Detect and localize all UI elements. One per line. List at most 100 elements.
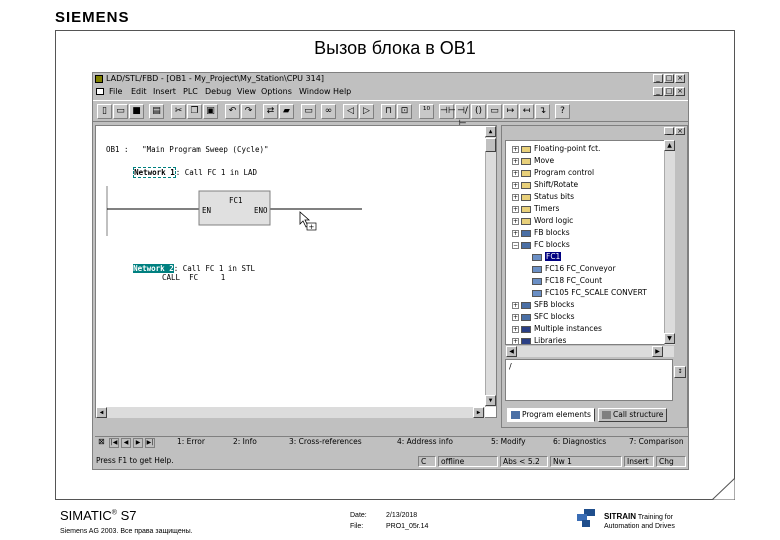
tree-item[interactable]: + Program control bbox=[512, 167, 594, 178]
tree-item[interactable]: FC18 FC_Count bbox=[532, 275, 602, 286]
copy-icon[interactable]: ❐ bbox=[187, 104, 202, 119]
status-mode: offline bbox=[438, 456, 498, 467]
scroll-down-icon[interactable]: ▼ bbox=[485, 395, 496, 406]
fc1-block-name[interactable]: FC1 bbox=[229, 196, 243, 205]
first-tab-icon[interactable]: |◀ bbox=[109, 438, 119, 448]
library-icon bbox=[521, 337, 531, 344]
undo-icon[interactable]: ↶ bbox=[225, 104, 240, 119]
branch-close-icon[interactable]: ↤ bbox=[519, 104, 534, 119]
doc-close-button[interactable]: × bbox=[675, 87, 685, 96]
next-tab-icon[interactable]: ▶ bbox=[133, 438, 143, 448]
connection-icon[interactable]: ↴ bbox=[535, 104, 550, 119]
tree-item[interactable]: + SFB blocks bbox=[512, 299, 574, 310]
tree-item[interactable]: + SFC blocks bbox=[512, 311, 575, 322]
catalog-close-button[interactable]: × bbox=[675, 127, 685, 135]
online-icon[interactable]: ⇄ bbox=[263, 104, 278, 119]
menu-insert[interactable]: Insert bbox=[153, 87, 176, 96]
tab-error[interactable]: 1: Error bbox=[177, 437, 205, 446]
scroll-left-icon[interactable]: ◀ bbox=[96, 407, 107, 418]
folder-icon bbox=[521, 169, 531, 177]
scroll-up-icon[interactable]: ▲ bbox=[664, 140, 675, 151]
editor-horizontal-scrollbar[interactable]: ◀ ▶ bbox=[96, 407, 485, 418]
scroll-up-icon[interactable]: ▲ bbox=[485, 126, 496, 137]
tree-item[interactable]: + Floating-point fct. bbox=[512, 143, 600, 154]
print-icon[interactable]: ▤ bbox=[149, 104, 164, 119]
tree-item-fc1[interactable]: FC1 bbox=[532, 251, 562, 262]
last-tab-icon[interactable]: ▶| bbox=[145, 438, 155, 448]
doc-maximize-button[interactable]: □ bbox=[664, 87, 674, 96]
menu-help[interactable]: Help bbox=[333, 87, 351, 96]
catalog-minimize-button[interactable]: _ bbox=[664, 127, 674, 135]
tab-program-elements[interactable]: Program elements bbox=[507, 408, 595, 422]
overview-icon[interactable]: ¹⁰ bbox=[419, 104, 434, 119]
tree-item[interactable]: + Move bbox=[512, 155, 554, 166]
cut-icon[interactable]: ✂ bbox=[171, 104, 186, 119]
document-icon bbox=[96, 88, 104, 95]
menu-plc[interactable]: PLC bbox=[183, 87, 198, 96]
tree-item[interactable]: + Multiple instances bbox=[512, 323, 602, 334]
prev-tab-icon[interactable]: ◀ bbox=[121, 438, 131, 448]
close-details-icon[interactable]: ⊠ bbox=[98, 437, 105, 446]
tab-modify[interactable]: 5: Modify bbox=[491, 437, 526, 446]
tree-item[interactable]: FC16 FC_Conveyor bbox=[532, 263, 616, 274]
tree-item[interactable]: + Libraries bbox=[512, 335, 566, 344]
program-elements-catalog: _ × + Floating-point fct. + Move + Program … bbox=[501, 125, 688, 428]
tree-item[interactable]: − FC blocks bbox=[512, 239, 570, 250]
menu-window[interactable]: Window bbox=[299, 87, 331, 96]
zoom-icon[interactable]: ⊡ bbox=[397, 104, 412, 119]
scroll-right-icon[interactable]: ▶ bbox=[652, 346, 663, 357]
tree-item[interactable]: + FB blocks bbox=[512, 227, 570, 238]
menu-debug[interactable]: Debug bbox=[205, 87, 231, 96]
scroll-left-icon[interactable]: ◀ bbox=[506, 346, 517, 357]
minimize-button[interactable]: _ bbox=[653, 74, 663, 83]
scroll-down-icon[interactable]: ▼ bbox=[664, 333, 675, 344]
coil-icon[interactable]: () bbox=[471, 104, 486, 119]
menu-edit[interactable]: Edit bbox=[131, 87, 147, 96]
tree-horizontal-scrollbar[interactable]: ◀ ▶ bbox=[506, 346, 674, 357]
tree-item[interactable]: + Timers bbox=[512, 203, 559, 214]
menu-file[interactable]: File bbox=[109, 87, 122, 96]
menu-view[interactable]: View bbox=[237, 87, 256, 96]
menu-options[interactable]: Options bbox=[261, 87, 292, 96]
box-icon[interactable]: ▭ bbox=[487, 104, 502, 119]
network-2-label[interactable]: Network 2 bbox=[133, 264, 174, 273]
tree-item[interactable]: + Status bits bbox=[512, 191, 574, 202]
save-icon[interactable]: ■ bbox=[129, 104, 144, 119]
paste-icon[interactable]: ▣ bbox=[203, 104, 218, 119]
download-icon[interactable]: ▰ bbox=[279, 104, 294, 119]
scroll-thumb[interactable] bbox=[485, 138, 496, 152]
maximize-button[interactable]: □ bbox=[664, 74, 674, 83]
tab-call-structure[interactable]: Call structure bbox=[598, 408, 668, 422]
doc-minimize-button[interactable]: _ bbox=[653, 87, 663, 96]
tree-vertical-scrollbar[interactable]: ▲ ▼ bbox=[664, 140, 675, 345]
branch-open-icon[interactable]: ↦ bbox=[503, 104, 518, 119]
open-icon[interactable]: ▭ bbox=[113, 104, 128, 119]
info-scroll-icon[interactable]: ↕ bbox=[674, 366, 686, 378]
program-editor[interactable]: OB1 : "Main Program Sweep (Cycle)" Netwo… bbox=[95, 125, 497, 418]
tab-diagnostics[interactable]: 6: Diagnostics bbox=[553, 437, 606, 446]
catalog-tree[interactable]: + Floating-point fct. + Move + Program cont… bbox=[505, 140, 675, 345]
block-icon bbox=[532, 265, 542, 273]
tab-address-info[interactable]: 4: Address info bbox=[397, 437, 453, 446]
block-icon bbox=[532, 277, 542, 285]
scroll-right-icon[interactable]: ▶ bbox=[473, 407, 484, 418]
help-icon[interactable]: ? bbox=[555, 104, 570, 119]
new-icon[interactable]: ▯ bbox=[97, 104, 112, 119]
navigate-forward-icon[interactable]: ▷ bbox=[359, 104, 374, 119]
network-icon[interactable]: ▭ bbox=[301, 104, 316, 119]
redo-icon[interactable]: ↷ bbox=[241, 104, 256, 119]
blocks-icon bbox=[521, 229, 531, 237]
tab-comparison[interactable]: 7: Comparison bbox=[629, 437, 684, 446]
close-button[interactable]: × bbox=[675, 74, 685, 83]
lad-view-icon[interactable]: ⊓ bbox=[381, 104, 396, 119]
tab-cross-references[interactable]: 3: Cross-references bbox=[289, 437, 362, 446]
tree-item[interactable]: + Word logic bbox=[512, 215, 573, 226]
tree-item[interactable]: FC105 FC_SCALE CONVERT bbox=[532, 287, 647, 298]
tab-info[interactable]: 2: Info bbox=[233, 437, 257, 446]
contact-no-icon[interactable]: ⊣⊢ bbox=[439, 104, 456, 119]
contact-nc-icon[interactable]: ⊣/⊢ bbox=[455, 104, 470, 129]
tree-item[interactable]: + Shift/Rotate bbox=[512, 179, 578, 190]
editor-vertical-scrollbar[interactable]: ▲ ▼ bbox=[485, 126, 496, 407]
navigate-back-icon[interactable]: ◁ bbox=[343, 104, 358, 119]
monitor-icon[interactable]: ∞ bbox=[321, 104, 336, 119]
